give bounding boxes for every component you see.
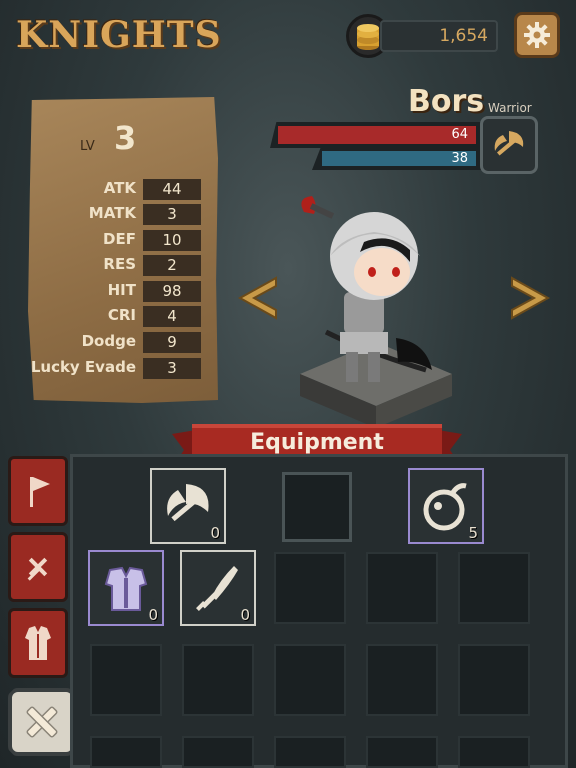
flag-icon (30, 477, 50, 507)
inventory-slot-empty[interactable] (274, 552, 346, 624)
inventory-slot-empty[interactable] (458, 644, 530, 716)
inventory-slot-empty[interactable] (274, 644, 346, 716)
item-quantity: 0 (210, 524, 220, 542)
inventory-slot-empty[interactable] (90, 736, 162, 768)
inventory-slot-empty[interactable] (182, 736, 254, 768)
inventory-slot-empty[interactable] (90, 644, 162, 716)
inventory-slot-empty[interactable] (458, 736, 530, 768)
mp-bar: 38 (312, 148, 482, 170)
item-quantity: 5 (468, 524, 478, 542)
stat-name: MATK (88, 204, 136, 222)
stat-name: RES (103, 255, 136, 273)
crossed-weapons-icon (27, 557, 48, 581)
inventory-item-sword[interactable]: 0 (180, 550, 256, 626)
item-quantity: 0 (240, 606, 250, 624)
gear-icon (524, 22, 550, 48)
character-sprite (286, 192, 466, 432)
hp-fill (278, 126, 476, 144)
armor-icon (104, 566, 148, 611)
close-button[interactable] (8, 688, 76, 756)
stat-value: 4 (143, 306, 201, 327)
stat-row-lucky-evade: Lucky Evade 3 (28, 358, 218, 380)
stat-row-dodge: Dodge 9 (28, 332, 218, 354)
axe-icon (494, 131, 524, 156)
gold-counter: 1,654 (346, 14, 500, 58)
stat-row-cri: CRI 4 (28, 306, 218, 328)
equipment-title: Equipment (250, 430, 384, 455)
equip-slot-empty[interactable] (282, 472, 352, 542)
inventory-slot-empty[interactable] (182, 644, 254, 716)
stat-row-matk: MATK 3 (28, 204, 218, 226)
next-character-button[interactable] (506, 268, 556, 328)
class-weapon-badge (480, 116, 538, 174)
axe-icon (167, 484, 209, 522)
stat-name: HIT (107, 281, 136, 299)
tab-armor[interactable] (8, 608, 68, 678)
equip-slot-accessory[interactable]: 5 (408, 468, 484, 544)
stats-panel: LV 3 ATK 44 MATK 3 DEF 10 RES 2 HIT 98 C… (28, 97, 218, 403)
prev-character-button[interactable] (232, 268, 282, 328)
vest-armor-icon (25, 626, 51, 660)
stat-name: DEF (103, 230, 136, 248)
character-class: Warrior (488, 101, 532, 115)
mp-value: 38 (451, 151, 468, 166)
tab-flag[interactable] (8, 456, 68, 526)
stat-name: CRI (107, 306, 136, 324)
stat-row-def: DEF 10 (28, 230, 218, 252)
equip-slot-weapon[interactable]: 0 (150, 468, 226, 544)
game-title: KNIGHTS (16, 14, 222, 56)
stat-value: 98 (143, 281, 201, 302)
stat-name: Lucky Evade (30, 358, 136, 376)
settings-button[interactable] (514, 12, 560, 58)
item-quantity: 0 (148, 606, 158, 624)
chevron-left-icon (237, 276, 277, 320)
stat-value: 10 (143, 230, 201, 251)
stat-value: 2 (143, 255, 201, 276)
stat-value: 3 (143, 204, 201, 225)
close-icon (26, 706, 58, 738)
chevron-right-icon (511, 276, 551, 320)
stat-row-atk: ATK 44 (28, 179, 218, 201)
stat-value: 44 (143, 179, 201, 200)
stat-name: ATK (103, 179, 136, 197)
inventory-item-armor[interactable]: 0 (88, 550, 164, 626)
stat-row-hit: HIT 98 (28, 281, 218, 303)
stat-value: 9 (143, 332, 201, 353)
tab-weapons[interactable] (8, 532, 68, 602)
gold-amount: 1,654 (380, 20, 498, 52)
stat-value: 3 (143, 358, 201, 379)
inventory-slot-empty[interactable] (366, 736, 438, 768)
inventory-slot-empty[interactable] (366, 552, 438, 624)
stat-name: Dodge (81, 332, 136, 350)
hp-bar: 64 (270, 122, 482, 148)
bomb-icon (423, 483, 467, 531)
stat-row-res: RES 2 (28, 255, 218, 277)
level-value: 3 (114, 119, 137, 157)
hp-value: 64 (451, 127, 468, 142)
character-name: Bors (408, 84, 485, 119)
sword-icon (196, 566, 238, 611)
level-row: LV 3 (28, 117, 218, 157)
inventory-slot-empty[interactable] (366, 644, 438, 716)
level-label: LV (80, 139, 95, 154)
inventory-slot-empty[interactable] (274, 736, 346, 768)
inventory-slot-empty[interactable] (458, 552, 530, 624)
